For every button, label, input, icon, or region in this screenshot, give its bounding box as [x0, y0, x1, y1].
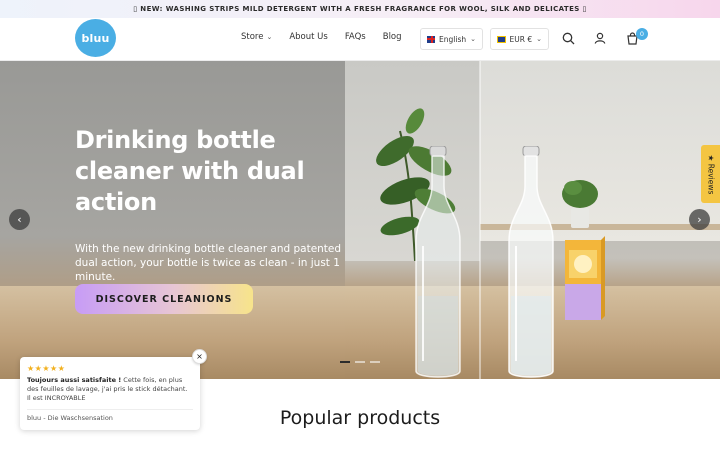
- small-plant-illustration: [562, 180, 598, 228]
- brand-logo[interactable]: bluu: [75, 19, 116, 57]
- cta-label: DISCOVER CLEANIONS: [95, 293, 233, 305]
- language-label: English: [439, 34, 467, 44]
- reviews-tab[interactable]: ★ Reviews: [701, 145, 720, 203]
- site-header: bluu Store ⌄ About Us FAQs Blog English …: [0, 18, 720, 61]
- nav-item-blog[interactable]: Blog: [383, 32, 402, 42]
- glass-bottle-left-illustration: [415, 146, 461, 378]
- reviews-tab-label: ★ Reviews: [706, 154, 715, 194]
- slider-dot-1[interactable]: [340, 361, 350, 363]
- chevron-down-icon: ⌄: [266, 33, 273, 41]
- review-text: Toujours aussi satisfaite ! Cette fois, …: [27, 376, 193, 403]
- account-icon[interactable]: [592, 30, 608, 46]
- cart-count-badge: 0: [636, 28, 648, 40]
- nav-item-store[interactable]: Store ⌄: [241, 32, 272, 42]
- currency-selector[interactable]: EUR € ⌄: [490, 28, 549, 50]
- main-nav: Store ⌄ About Us FAQs Blog: [241, 32, 419, 42]
- close-icon[interactable]: ×: [192, 349, 207, 364]
- slider-dot-2[interactable]: [355, 361, 365, 363]
- star-rating: ★★★★★: [27, 364, 66, 373]
- language-selector[interactable]: English ⌄: [420, 28, 483, 50]
- eu-flag-icon: [497, 35, 506, 43]
- chevron-down-icon: ⌄: [470, 35, 476, 43]
- logo-text: bluu: [81, 31, 110, 45]
- nav-item-label: FAQs: [344, 32, 366, 42]
- chevron-left-icon: ‹: [17, 213, 22, 226]
- close-label: ×: [196, 352, 203, 361]
- chevron-right-icon: ›: [697, 213, 702, 226]
- hero-subtitle: With the new drinking bottle cleaner and…: [75, 243, 342, 283]
- slider-next-button[interactable]: ›: [689, 209, 710, 230]
- section-title: Popular products: [279, 407, 441, 429]
- hero-split-divider: [479, 61, 481, 379]
- announcement-bar: ▯ NEW: WASHING STRIPS MILD DETERGENT WIT…: [0, 0, 720, 18]
- nav-item-faqs[interactable]: FAQs: [345, 32, 366, 42]
- glass-bottle-right-illustration: [508, 146, 554, 378]
- announcement-text: ▯ NEW: WASHING STRIPS MILD DETERGENT WIT…: [133, 5, 587, 13]
- hero-slider: Drinking bottle cleaner with dual action…: [0, 61, 720, 379]
- search-icon[interactable]: [560, 30, 576, 46]
- currency-label: EUR €: [509, 34, 533, 44]
- slider-dot-3[interactable]: [370, 361, 380, 363]
- slider-dots: [340, 361, 380, 363]
- hero-title: Drinking bottle cleaner with dual action: [75, 126, 305, 216]
- cleaner-product-box-illustration: [565, 236, 605, 320]
- review-headline: Toujours aussi satisfaite !: [27, 376, 122, 384]
- slider-prev-button[interactable]: ‹: [9, 209, 30, 230]
- uk-flag-icon: [427, 35, 436, 43]
- nav-item-label: About Us: [289, 32, 328, 42]
- nav-item-label: Store: [241, 32, 264, 42]
- chevron-down-icon: ⌄: [536, 35, 542, 43]
- nav-item-about-us[interactable]: About Us: [289, 32, 327, 42]
- discover-cleanions-button[interactable]: DISCOVER CLEANIONS: [75, 284, 253, 314]
- nav-item-label: Blog: [382, 32, 402, 42]
- cart-count: 0: [639, 30, 645, 38]
